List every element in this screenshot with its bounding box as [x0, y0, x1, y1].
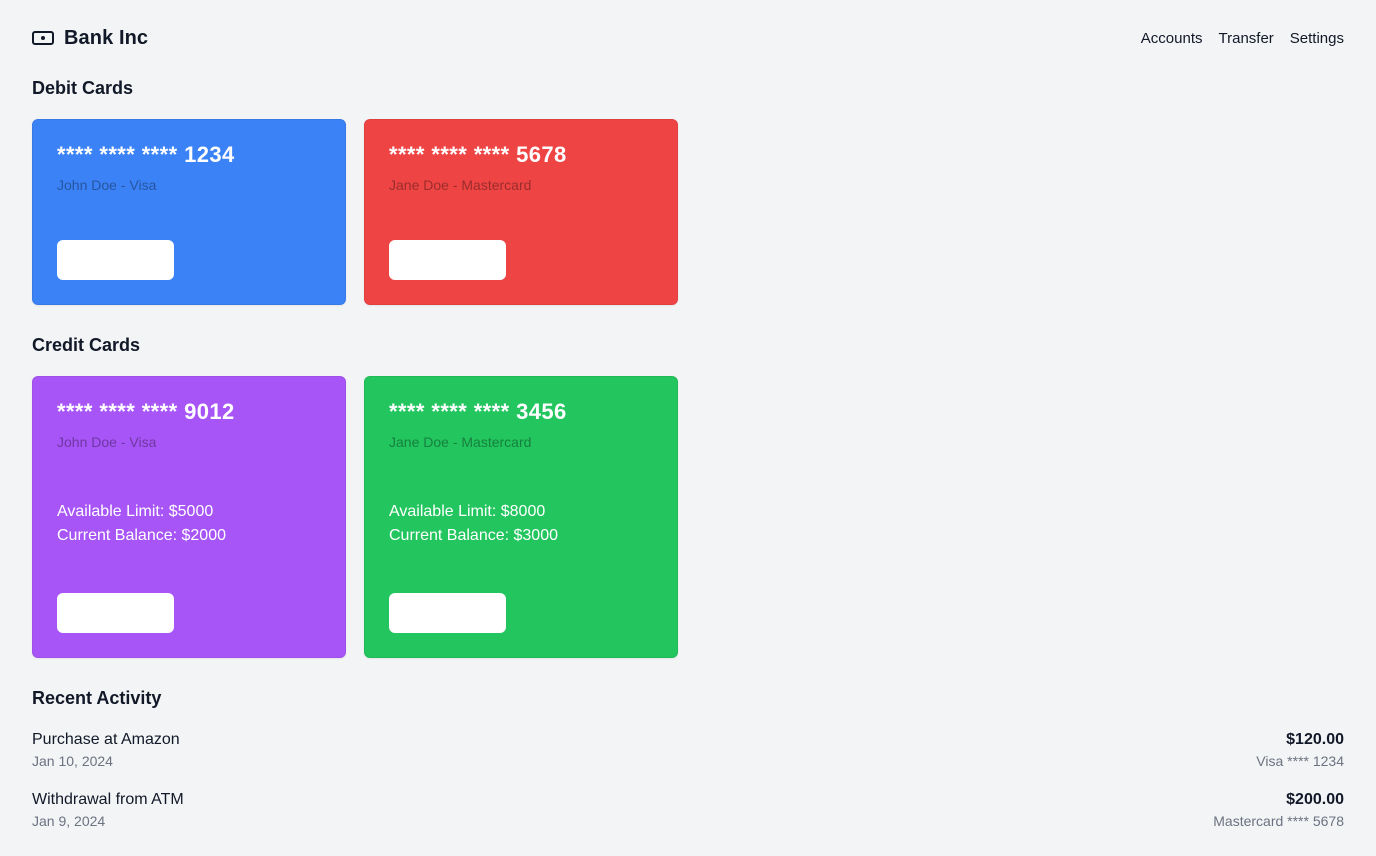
card-action-button[interactable]: [57, 593, 174, 633]
recent-activity-title: Recent Activity: [32, 688, 162, 708]
brand-name: Bank Inc: [64, 26, 149, 49]
nav-settings-link[interactable]: Settings: [1290, 30, 1344, 47]
card-holder: John Doe - Visa: [57, 434, 157, 450]
card-limits: Available Limit: $5000 Current Balance: …: [57, 500, 321, 548]
credit-card[interactable]: **** **** **** 3456 Jane Doe - Mastercar…: [364, 376, 678, 658]
nav-accounts-link[interactable]: Accounts: [1141, 30, 1203, 47]
activity-date: Jan 10, 2024: [32, 753, 113, 769]
card-holder: John Doe - Visa: [57, 177, 157, 193]
debit-cards-list: **** **** **** 1234 John Doe - Visa ****…: [32, 119, 1344, 305]
activity-title: Withdrawal from ATM: [32, 791, 184, 808]
activity-card: Mastercard **** 5678: [1213, 813, 1344, 829]
activity-date: Jan 9, 2024: [32, 813, 106, 829]
main-nav: Accounts Transfer Settings: [1141, 30, 1344, 47]
top-header: Bank Inc Accounts Transfer Settings: [32, 0, 1344, 76]
activity-details: Withdrawal from ATM Jan 9, 2024: [32, 791, 184, 851]
debit-card[interactable]: **** **** **** 1234 John Doe - Visa: [32, 119, 346, 305]
cash-icon: [32, 30, 54, 46]
credit-cards-title: Credit Cards: [32, 335, 141, 355]
available-limit: Available Limit: $8000: [389, 503, 546, 520]
credit-card[interactable]: **** **** **** 9012 John Doe - Visa Avai…: [32, 376, 346, 658]
nav-transfer-link[interactable]: Transfer: [1219, 30, 1274, 47]
card-number: **** **** **** 3456: [389, 399, 567, 424]
card-number: **** **** **** 9012: [57, 399, 235, 424]
card-action-button[interactable]: [57, 240, 174, 280]
card-number: **** **** **** 1234: [57, 142, 235, 167]
card-number: **** **** **** 5678: [389, 142, 567, 167]
activity-summary: $200.00 Mastercard **** 5678: [1213, 791, 1344, 851]
card-limits: Available Limit: $8000 Current Balance: …: [389, 500, 653, 548]
card-action-button[interactable]: [389, 593, 506, 633]
current-balance: Current Balance: $2000: [57, 527, 226, 544]
available-limit: Available Limit: $5000: [57, 503, 214, 520]
brand[interactable]: Bank Inc: [32, 27, 148, 50]
activity-amount: $120.00: [1286, 731, 1344, 748]
card-holder: Jane Doe - Mastercard: [389, 434, 532, 450]
activity-item[interactable]: Withdrawal from ATM Jan 9, 2024 $200.00 …: [32, 791, 1344, 851]
current-balance: Current Balance: $3000: [389, 527, 558, 544]
activity-amount: $200.00: [1286, 791, 1344, 808]
debit-cards-title: Debit Cards: [32, 78, 134, 98]
activity-title: Purchase at Amazon: [32, 731, 180, 748]
activity-item[interactable]: Purchase at Amazon Jan 10, 2024 $120.00 …: [32, 731, 1344, 791]
activity-summary: $120.00 Visa **** 1234: [1256, 731, 1344, 791]
activity-list: Purchase at Amazon Jan 10, 2024 $120.00 …: [32, 731, 1344, 851]
credit-cards-list: **** **** **** 9012 John Doe - Visa Avai…: [32, 376, 1344, 658]
debit-card[interactable]: **** **** **** 5678 Jane Doe - Mastercar…: [364, 119, 678, 305]
card-action-button[interactable]: [389, 240, 506, 280]
page: Bank Inc Accounts Transfer Settings Debi…: [0, 0, 1376, 856]
activity-card: Visa **** 1234: [1256, 753, 1344, 769]
card-holder: Jane Doe - Mastercard: [389, 177, 532, 193]
activity-details: Purchase at Amazon Jan 10, 2024: [32, 731, 180, 791]
